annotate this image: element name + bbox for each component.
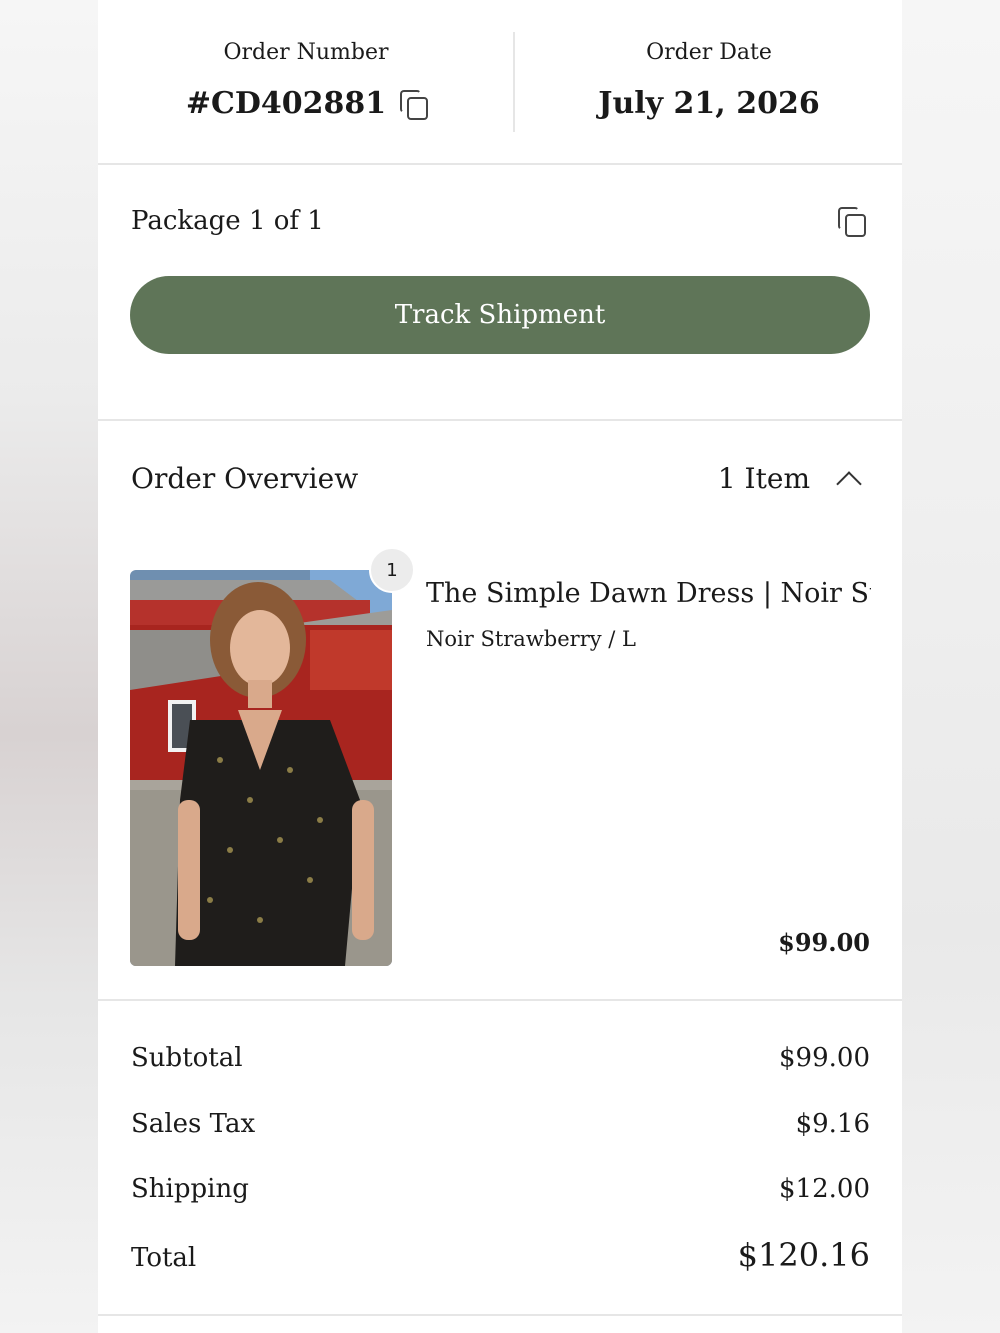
order-date-section: Order Date July 21, 2026 [516,0,902,164]
subtotal-row: Subtotal $99.00 [131,1043,870,1073]
copy-icon[interactable] [400,89,429,120]
background-left [0,0,98,1333]
background-right [902,0,1000,1333]
order-number-value: #CD402881 [185,86,387,121]
package-title: Package 1 of 1 [131,206,324,236]
track-shipment-button[interactable]: Track Shipment [130,276,870,354]
sales-tax-value: $9.16 [795,1109,870,1139]
total-row: Total $120.16 [131,1236,870,1274]
sales-tax-row: Sales Tax $9.16 [131,1109,870,1139]
header-divider [513,32,515,132]
product-image [130,570,392,966]
subtotal-label: Subtotal [131,1043,243,1073]
divider [98,163,902,165]
total-label: Total [131,1243,197,1273]
subtotal-value: $99.00 [779,1043,870,1073]
item-count[interactable]: 1 Item [698,462,810,495]
item-variant: Noir Strawberry / L [426,627,636,651]
item-name[interactable]: The Simple Dawn Dress | Noir Stra... [426,578,871,609]
order-number-row: #CD402881 [98,86,514,121]
chevron-up-icon[interactable] [836,471,862,497]
order-date-label: Order Date [646,40,772,65]
total-value: $120.16 [737,1236,870,1274]
shipping-value: $12.00 [779,1174,870,1204]
item-price: $99.00 [778,928,870,957]
divider [98,999,902,1001]
order-details-card: Order Number #CD402881 Order Date July 2… [98,0,902,1333]
shipping-row: Shipping $12.00 [131,1174,870,1204]
order-number-section: Order Number #CD402881 [98,0,514,164]
shipping-label: Shipping [131,1174,249,1204]
divider [98,1314,902,1316]
order-date-value: July 21, 2026 [598,86,820,121]
quantity-badge: 1 [369,547,415,593]
copy-icon[interactable] [838,207,866,237]
order-overview-title: Order Overview [131,462,359,495]
divider [98,419,902,421]
order-number-label: Order Number [223,40,389,65]
sales-tax-label: Sales Tax [131,1109,256,1139]
